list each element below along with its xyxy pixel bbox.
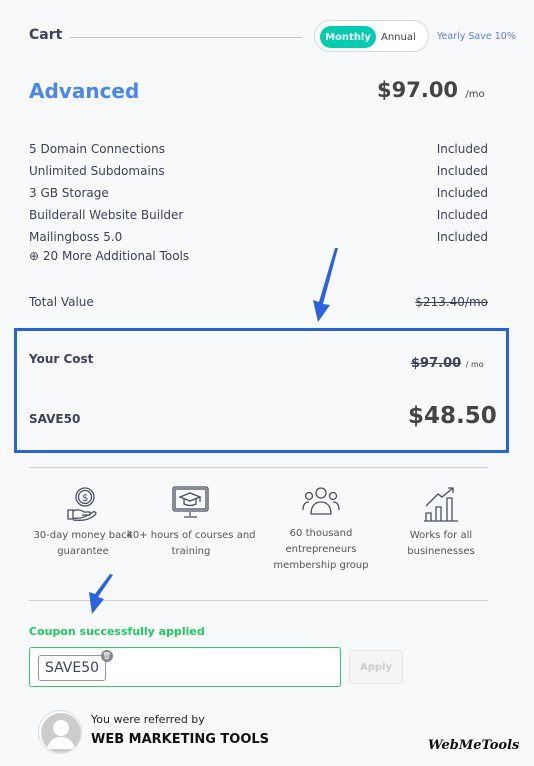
user-placeholder-icon (41, 713, 81, 753)
coupon-chip-label: SAVE50 (44, 660, 100, 676)
total-label: Total Value (29, 295, 94, 309)
divider (70, 37, 302, 38)
people-group-icon (302, 487, 340, 515)
divider (29, 467, 488, 468)
coupon-code-label: SAVE50 (29, 412, 81, 426)
apply-button[interactable]: Apply (349, 650, 403, 684)
money-hand-icon: $ (67, 487, 97, 521)
feature-name: Mailingboss 5.0 (29, 230, 123, 244)
cost-unit: / mo (465, 360, 484, 369)
divider (29, 600, 488, 601)
feature-name: Unlimited Subdomains (29, 164, 165, 178)
feature-row: 3 GB Storage Included (29, 186, 488, 200)
benefit-courses: 40+ hours of courses and training (126, 486, 256, 560)
coupon-success-message: Coupon successfully applied (29, 625, 205, 638)
price-unit: /mo (465, 89, 485, 100)
cost-highlight-box (14, 328, 509, 453)
benefit-businesses: Works for all businenesses (376, 486, 506, 560)
total-value: $213.40/mo (415, 295, 488, 309)
benefit-text: 40+ hours of courses and training (126, 530, 256, 557)
avatar (38, 710, 82, 754)
feature-status: Included (436, 164, 488, 178)
feature-name: 5 Domain Connections (29, 142, 165, 156)
feature-row: Mailingboss 5.0 Included (29, 230, 488, 244)
feature-name: Builderall Website Builder (29, 208, 184, 222)
more-tools-link[interactable]: ⊕ 20 More Additional Tools (29, 249, 488, 263)
original-cost: $97.00 / mo (411, 356, 484, 371)
monthly-option[interactable]: Monthly (320, 26, 376, 48)
svg-text:$: $ (82, 493, 88, 504)
price-value: $97.00 (377, 78, 459, 102)
billing-toggle[interactable]: Monthly Annual (314, 20, 429, 52)
feature-status: Included (436, 186, 488, 200)
benefit-membership: 60 thousand entrepreneurs membership gro… (256, 486, 386, 574)
original-cost-value: $97.00 (411, 356, 462, 371)
total-value-row: Total Value $213.40/mo (29, 295, 488, 309)
feature-row: Builderall Website Builder Included (29, 208, 488, 222)
watermark: WebMeTools (428, 738, 520, 753)
your-cost-label: Your Cost (29, 352, 94, 366)
benefit-text: Works for all businenesses (407, 530, 475, 557)
coupon-input[interactable]: SAVE50 🗑 (29, 647, 341, 687)
arrow-icon (89, 574, 113, 614)
feature-row: Unlimited Subdomains Included (29, 164, 488, 178)
coupon-chip: SAVE50 (38, 655, 106, 681)
annual-option[interactable]: Annual (381, 26, 416, 48)
cart-title: Cart (29, 27, 63, 43)
plan-name: Advanced (29, 79, 140, 103)
yearly-save-note: Yearly Save 10% (437, 31, 516, 42)
growth-chart-icon (424, 487, 458, 522)
benefit-text: 30-day money back guarantee (33, 530, 133, 557)
feature-status: Included (436, 230, 488, 244)
more-tools-label: ⊕ 20 More Additional Tools (29, 249, 190, 263)
benefit-text: 60 thousand entrepreneurs membership gro… (273, 528, 369, 571)
final-price: $48.50 (408, 403, 497, 429)
monitor-graduation-icon (172, 486, 209, 518)
plan-price: $97.00 /mo (377, 78, 485, 102)
feature-status: Included (436, 142, 488, 156)
feature-status: Included (436, 208, 488, 222)
referral-label: You were referred by (91, 713, 205, 726)
feature-row: 5 Domain Connections Included (29, 142, 488, 156)
referrer-name: WEB MARKETING TOOLS (91, 732, 270, 747)
remove-coupon-icon[interactable]: 🗑 (101, 650, 113, 662)
feature-name: 3 GB Storage (29, 186, 109, 200)
